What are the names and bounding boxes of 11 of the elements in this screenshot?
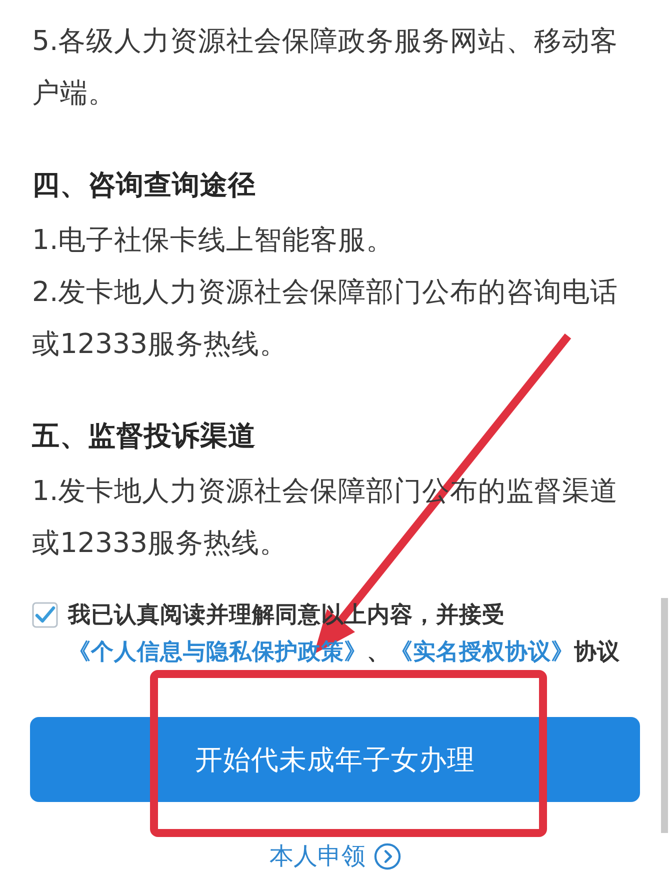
list-item-text: 1.电子社保卡线上智能客服。: [32, 223, 396, 258]
start-button[interactable]: 开始代未成年子女办理: [30, 717, 640, 802]
section-heading: 四、咨询查询途径: [32, 168, 256, 203]
self-apply-link[interactable]: 本人申领: [270, 838, 400, 874]
chevron-circle-icon: [374, 842, 400, 870]
policy-link[interactable]: 《个人信息与隐私保护政策》: [68, 639, 367, 665]
list-item-text: 5.各级人力资源社会保障政务服务网站、移动客户端。: [32, 24, 620, 111]
agree-checkbox[interactable]: [32, 602, 58, 628]
list-item-text: 2.发卡地人力资源社会保障部门公布的咨询电话或12333服务热线。: [32, 275, 620, 362]
policy-link[interactable]: 《实名授权协议》: [390, 639, 574, 665]
section-heading: 五、监督投诉渠道: [32, 419, 256, 454]
